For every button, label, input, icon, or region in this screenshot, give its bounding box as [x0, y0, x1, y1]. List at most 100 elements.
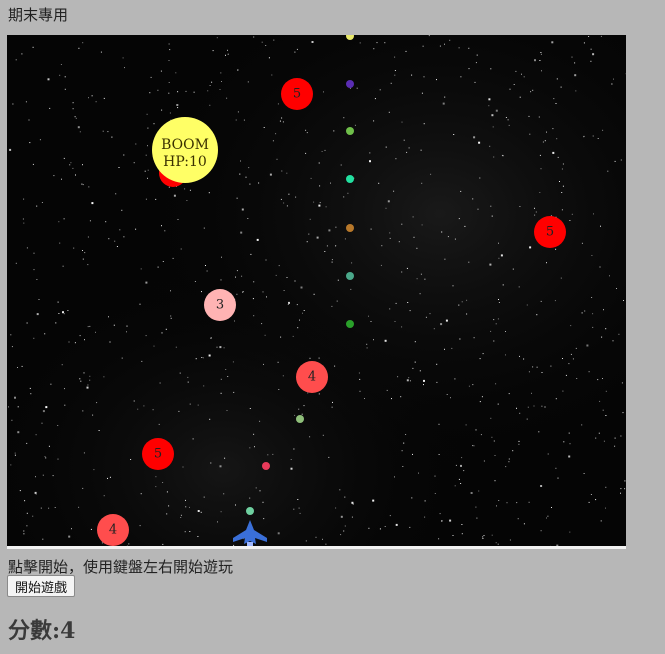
star: [42, 474, 44, 476]
star: [552, 128, 554, 130]
star: [497, 403, 499, 405]
star: [552, 151, 555, 154]
star: [159, 382, 161, 384]
star: [180, 517, 182, 518]
star: [389, 232, 391, 234]
star: [333, 130, 335, 132]
star: [592, 313, 594, 315]
star: [298, 408, 300, 410]
star: [590, 48, 592, 50]
star: [472, 384, 474, 386]
star: [79, 335, 81, 337]
star: [103, 495, 105, 497]
star: [445, 319, 448, 322]
star: [86, 386, 89, 389]
star: [490, 330, 492, 332]
star: [147, 177, 148, 179]
star: [516, 502, 518, 504]
star: [478, 141, 481, 144]
star: [414, 361, 416, 363]
star: [96, 402, 98, 404]
star: [64, 76, 66, 78]
star: [439, 513, 441, 515]
star: [599, 266, 601, 268]
star: [321, 151, 323, 152]
star: [419, 293, 421, 295]
star: [475, 429, 477, 431]
star: [288, 193, 290, 195]
star: [546, 131, 547, 133]
star: [271, 74, 273, 76]
star: [517, 518, 519, 520]
star: [555, 248, 557, 250]
star: [91, 95, 93, 97]
star: [605, 390, 607, 392]
star: [233, 391, 235, 393]
star: [508, 458, 510, 460]
star: [68, 341, 70, 343]
star: [144, 170, 146, 172]
star: [540, 300, 542, 302]
star: [264, 334, 266, 336]
star: [177, 91, 179, 93]
star: [581, 312, 583, 314]
star: [495, 109, 498, 112]
star: [179, 372, 181, 374]
star: [283, 290, 285, 291]
star: [189, 403, 191, 405]
star: [265, 259, 267, 261]
star: [29, 142, 31, 144]
star: [460, 76, 462, 78]
star: [48, 507, 50, 509]
star: [588, 36, 590, 37]
star: [121, 357, 123, 359]
star: [490, 417, 492, 419]
star: [282, 375, 284, 377]
bullet: [262, 462, 270, 470]
star: [390, 82, 392, 84]
star: [539, 192, 541, 193]
star: [438, 538, 440, 540]
star: [293, 448, 295, 450]
star: [36, 313, 39, 316]
star: [498, 257, 500, 259]
star: [209, 418, 211, 420]
star: [265, 45, 267, 46]
star: [250, 253, 252, 255]
star: [556, 138, 558, 140]
star: [482, 538, 484, 539]
star: [518, 443, 520, 445]
star: [490, 205, 492, 207]
star: [373, 120, 375, 122]
star: [63, 313, 65, 315]
star: [73, 247, 75, 249]
star: [394, 56, 396, 58]
star: [401, 223, 403, 225]
star: [574, 62, 576, 64]
star: [168, 186, 170, 188]
start-game-button[interactable]: 開始遊戲: [7, 575, 76, 597]
star: [425, 316, 427, 318]
star: [23, 530, 25, 532]
star: [241, 275, 243, 277]
star: [305, 152, 307, 154]
star: [256, 238, 259, 241]
star: [178, 410, 180, 412]
star: [169, 49, 171, 51]
star: [530, 91, 532, 93]
game-canvas[interactable]: BOOM HP:10 5 5 3 4 5 4: [7, 35, 626, 549]
star: [335, 245, 336, 247]
star: [294, 414, 296, 416]
star: [483, 535, 485, 536]
star: [408, 377, 410, 379]
star: [436, 79, 437, 81]
star: [528, 115, 530, 117]
star: [493, 340, 495, 342]
star: [227, 49, 228, 51]
star: [33, 269, 35, 271]
star: [385, 146, 387, 148]
star: [303, 310, 305, 311]
star: [259, 490, 261, 492]
star: [146, 113, 148, 115]
star: [237, 69, 239, 71]
